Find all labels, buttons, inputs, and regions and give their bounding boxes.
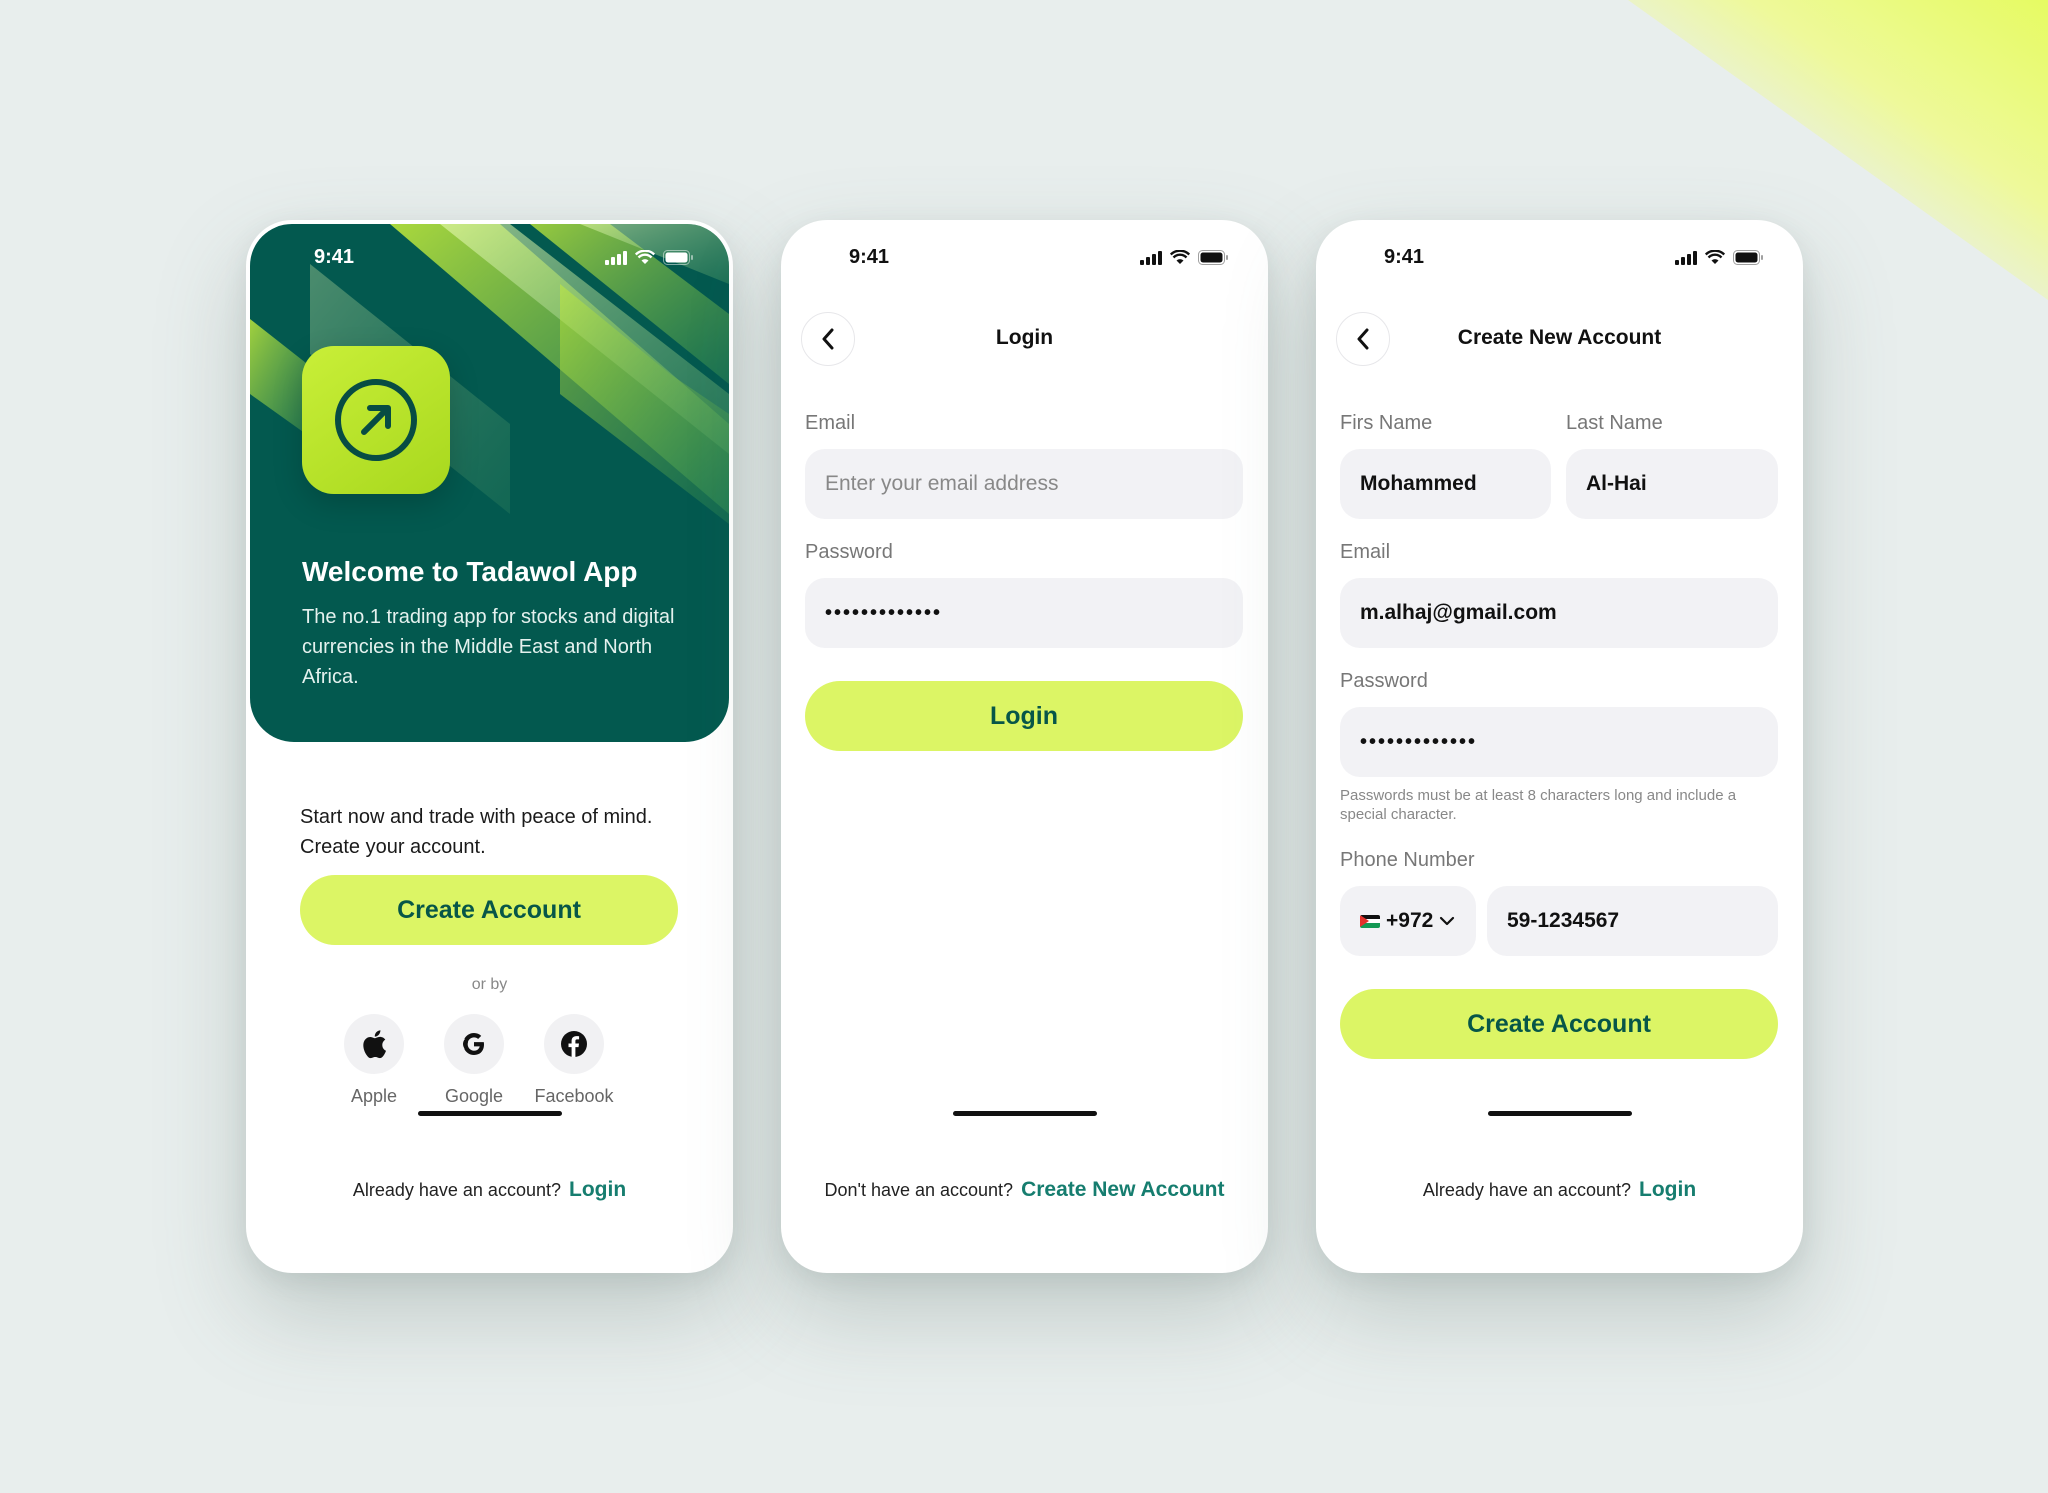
apple-icon <box>363 1030 386 1059</box>
home-indicator <box>417 1111 562 1116</box>
create-account-button[interactable]: Create Account <box>300 875 678 945</box>
status-time: 9:41 <box>849 246 890 268</box>
login-link[interactable]: Login <box>569 1178 626 1201</box>
first-name-label: Firs Name <box>1340 412 1433 434</box>
page-title: Create New Account <box>1457 326 1662 349</box>
country-code-select[interactable]: +972 <box>1340 886 1476 956</box>
welcome-title: Welcome to Tadawol App <box>302 556 638 587</box>
email-label: Email <box>805 412 856 434</box>
login-prompt: Already have an account? Login <box>246 1178 733 1202</box>
cellular-signal-icon <box>605 250 627 265</box>
create-account-button[interactable]: Create Account <box>1340 989 1778 1059</box>
phone-number-label: Phone Number <box>1340 849 1475 871</box>
email-input[interactable]: Enter your email address <box>805 449 1243 519</box>
phone-number-input[interactable]: 59-1234567 <box>1487 886 1778 956</box>
google-icon <box>463 1033 484 1055</box>
password-label: Password <box>805 541 893 563</box>
password-input[interactable]: ••••••••••••• <box>1340 707 1778 777</box>
welcome-subtitle: The no.1 trading app for stocks and digi… <box>302 606 675 688</box>
status-bar: 9:41 <box>1316 244 1803 274</box>
password-label: Password <box>1340 670 1428 692</box>
login-screen: 9:41 Login Email Enter your email addres… <box>781 220 1268 1273</box>
google-label: Google <box>444 1086 504 1106</box>
welcome-screen: Welcome to Tadawol App The no.1 trading … <box>246 220 733 1273</box>
chevron-down-icon <box>1440 916 1455 926</box>
apple-login-button[interactable]: Apple <box>344 1014 404 1107</box>
first-name-input[interactable]: Mohammed <box>1340 449 1551 519</box>
login-prompt-text: Already have an account? <box>352 1180 561 1200</box>
password-input[interactable]: ••••••••••••• <box>805 578 1243 648</box>
status-time: 9:41 <box>1384 246 1425 268</box>
password-hint: Passwords must be at least 8 characters … <box>1340 787 1737 823</box>
arrow-up-right-circle-icon <box>335 379 417 461</box>
signup-prompt-text: Don't have an account? <box>824 1180 1014 1200</box>
welcome-intro-text: Start now and trade with peace of mind. … <box>300 806 653 858</box>
status-bar: 9:41 <box>781 244 1268 274</box>
google-login-button[interactable]: Google <box>444 1014 504 1107</box>
facebook-icon <box>561 1031 587 1057</box>
home-indicator <box>1487 1111 1632 1116</box>
login-prompt: Already have an account? Login <box>1316 1178 1803 1202</box>
or-by-divider-text: or by <box>471 976 508 993</box>
welcome-hero: Welcome to Tadawol App The no.1 trading … <box>250 224 729 742</box>
wifi-icon <box>1170 250 1190 265</box>
social-login-options: Apple Google Facebook <box>344 1014 614 1107</box>
login-button[interactable]: Login <box>805 681 1243 751</box>
battery-icon <box>663 250 693 265</box>
email-label: Email <box>1340 541 1391 563</box>
status-bar: 9:41 <box>246 244 733 274</box>
create-new-account-link[interactable]: Create New Account <box>1021 1178 1224 1201</box>
tadawol-app-icon <box>302 346 450 494</box>
palestine-flag-icon <box>1360 914 1380 928</box>
status-time: 9:41 <box>314 246 355 268</box>
wifi-icon <box>635 250 655 265</box>
facebook-label: Facebook <box>534 1086 614 1106</box>
login-prompt-text: Already have an account? <box>1422 1180 1631 1200</box>
cellular-signal-icon <box>1675 250 1697 265</box>
country-code-value: +972 <box>1386 909 1434 932</box>
home-indicator <box>952 1111 1097 1116</box>
wifi-icon <box>1705 250 1725 265</box>
page-title: Login <box>995 326 1054 349</box>
login-link[interactable]: Login <box>1639 1178 1696 1201</box>
battery-icon <box>1198 250 1228 265</box>
last-name-label: Last Name <box>1566 412 1663 434</box>
last-name-input[interactable]: Al-Hai <box>1566 449 1778 519</box>
battery-icon <box>1733 250 1763 265</box>
facebook-login-button[interactable]: Facebook <box>534 1014 614 1107</box>
create-account-screen: 9:41 Create New Account Firs Name Last N… <box>1316 220 1803 1273</box>
apple-label: Apple <box>350 1086 398 1106</box>
email-input[interactable]: m.alhaj@gmail.com <box>1340 578 1778 648</box>
signup-prompt: Don't have an account? Create New Account <box>781 1178 1268 1202</box>
cellular-signal-icon <box>1140 250 1162 265</box>
